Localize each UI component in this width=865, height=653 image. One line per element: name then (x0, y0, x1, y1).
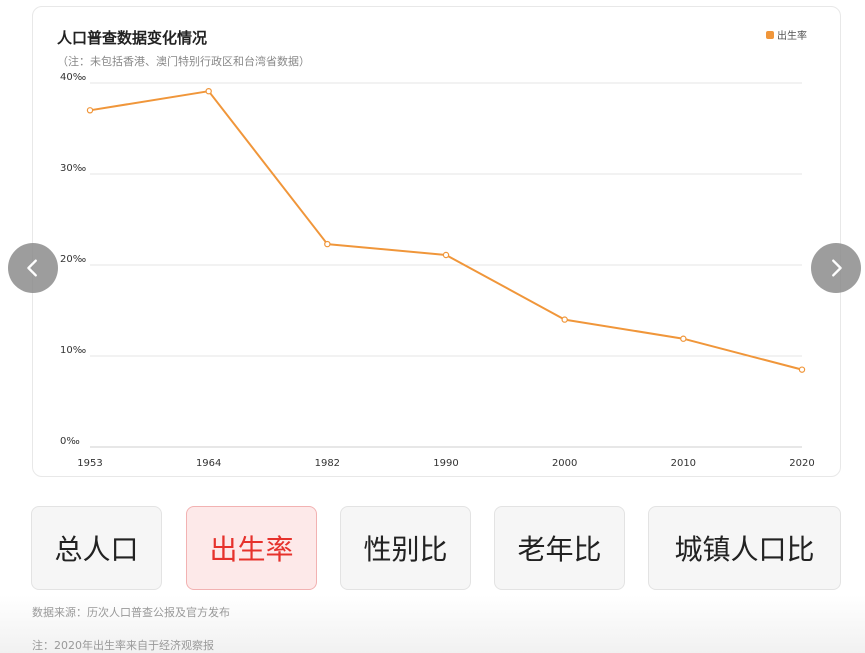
data-point (798, 366, 806, 373)
tab-elderly-ratio[interactable]: 老年比 (494, 506, 625, 590)
data-point (442, 251, 450, 259)
y-tick-label: 20‰ (60, 254, 86, 265)
series-line (89, 90, 803, 371)
x-tick-label: 1953 (77, 458, 102, 469)
data-point (205, 87, 212, 95)
prev-button[interactable] (8, 243, 58, 293)
data-point (680, 335, 687, 342)
tab-label: 城镇人口比 (674, 533, 815, 566)
x-tick-label: 2020 (789, 458, 814, 469)
tab-sex-ratio[interactable]: 性别比 (340, 506, 471, 590)
tab-birth-rate[interactable]: 出生率 (186, 506, 317, 590)
tab-label: 总人口 (54, 533, 139, 566)
y-tick-label: 40‰ (60, 72, 86, 83)
tab-label: 老年比 (517, 533, 602, 566)
x-tick-label: 1982 (315, 458, 340, 469)
tab-label: 性别比 (363, 533, 448, 566)
data-point (324, 240, 331, 248)
data-source-note: 数据来源：历次人口普查公报及官方发布 (32, 606, 230, 619)
y-tick-label: 30‰ (60, 163, 86, 174)
y-tick-label: 0‰ (60, 436, 80, 447)
chevron-left-icon (27, 259, 37, 277)
x-tick-label: 2010 (671, 458, 696, 469)
data-point (561, 316, 568, 323)
tab-urban-population-ratio[interactable]: 城镇人口比 (648, 506, 841, 590)
tab-total-population[interactable]: 总人口 (31, 506, 162, 590)
data-point (86, 107, 94, 114)
x-tick-label: 1990 (433, 458, 458, 469)
next-button[interactable] (811, 243, 861, 293)
y-tick-label: 10‰ (60, 345, 86, 356)
x-tick-label: 1964 (196, 458, 221, 469)
chevron-right-icon (832, 259, 842, 277)
x-tick-label: 2000 (552, 458, 577, 469)
footnote: 注：2020年出生率来自于经济观察报 (32, 639, 214, 652)
tab-label: 出生率 (209, 533, 294, 566)
metric-tabs: 总人口 出生率 性别比 老年比 城镇人口比 (31, 506, 861, 590)
